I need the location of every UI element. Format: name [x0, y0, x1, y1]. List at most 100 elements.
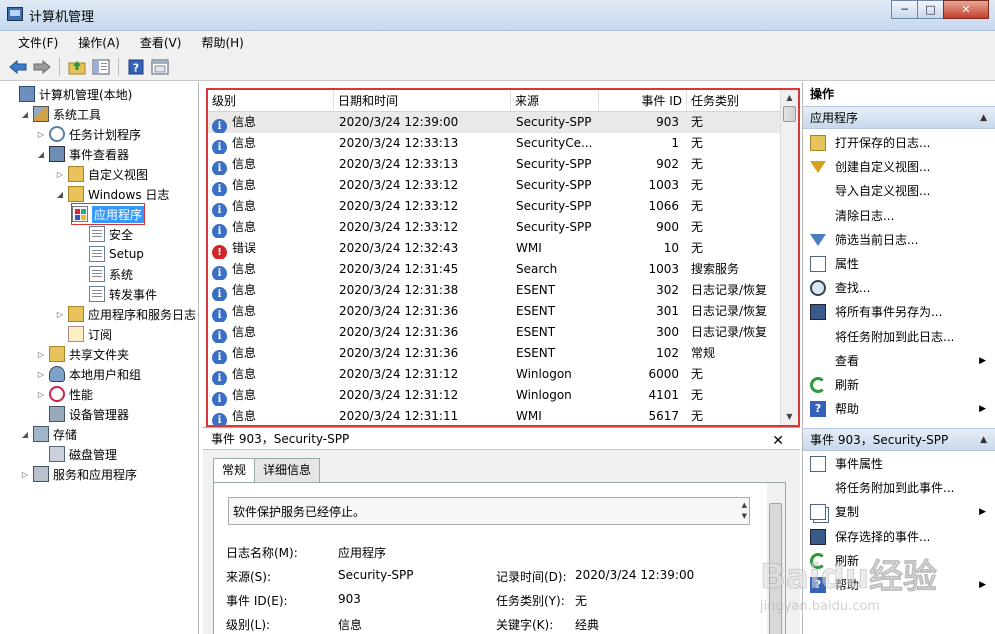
tree-expander[interactable]: ◢ — [55, 190, 65, 199]
menu-view[interactable]: 查看(V) — [130, 31, 192, 53]
table-row[interactable]: i 信息 2020/3/24 12:31:38 ESENT 302 日志记录/恢复 — [208, 280, 782, 301]
tree-item-app-service-logs[interactable]: ▷ 应用程序和服务日志 — [55, 304, 196, 324]
action-item[interactable]: 查找... — [803, 276, 995, 300]
tree-item-shared-folders[interactable]: ▷ 共享文件夹 — [36, 344, 129, 364]
action-item[interactable]: 打开保存的日志... — [803, 131, 995, 155]
scrollbar-thumb[interactable] — [783, 106, 796, 122]
table-row[interactable]: i 信息 2020/3/24 12:33:13 Security-SPP 902 无 — [208, 154, 782, 175]
action-item[interactable]: 查看 ▶ — [803, 349, 995, 373]
action-item[interactable]: 将任务附加到此事件... — [803, 476, 995, 500]
column-datetime[interactable]: 日期和时间 — [334, 90, 511, 112]
collapse-caret-icon[interactable]: ▲ — [980, 429, 987, 452]
tab-general[interactable]: 常规 — [213, 458, 256, 483]
tree-item-custom-views[interactable]: ▷ 自定义视图 — [55, 164, 148, 184]
table-row[interactable]: i 信息 2020/3/24 12:31:12 Winlogon 6000 无 — [208, 364, 782, 385]
action-item[interactable]: ? 帮助 ▶ — [803, 397, 995, 421]
table-row[interactable]: i 信息 2020/3/24 12:31:36 ESENT 301 日志记录/恢复 — [208, 301, 782, 322]
storage-icon — [33, 426, 49, 442]
action-item[interactable]: 刷新 — [803, 373, 995, 397]
action-item[interactable]: 导入自定义视图... — [803, 179, 995, 203]
cell-text: 302 — [656, 283, 679, 297]
menu-action[interactable]: 操作(A) — [68, 31, 130, 53]
cell-id: 1003 — [599, 175, 679, 196]
tree-item-setup-log[interactable]: Setup — [89, 244, 144, 264]
table-row[interactable]: i 信息 2020/3/24 12:33:13 SecurityCe... 1 无 — [208, 133, 782, 154]
tree-expander[interactable]: ▷ — [36, 370, 46, 379]
tree-expander[interactable]: ◢ — [36, 150, 46, 159]
table-row[interactable]: i 信息 2020/3/24 12:31:36 ESENT 102 常规 — [208, 343, 782, 364]
close-button[interactable]: ✕ — [943, 0, 989, 19]
tree-item-application-log[interactable]: 应用程序 — [70, 203, 146, 225]
table-row[interactable]: ! 错误 2020/3/24 12:32:43 WMI 10 无 — [208, 238, 782, 259]
column-task-category[interactable]: 任务类别 — [687, 90, 782, 112]
tree-item-system-log[interactable]: 系统 — [89, 264, 133, 284]
tree-item-disk-management[interactable]: 磁盘管理 — [49, 444, 117, 464]
tree-item-subscriptions[interactable]: 订阅 — [68, 324, 112, 344]
tab-details[interactable]: 详细信息 — [254, 458, 321, 482]
table-row[interactable]: i 信息 2020/3/24 12:31:11 WMI 5617 无 — [208, 406, 782, 425]
tree-item-services-apps[interactable]: ▷ 服务和应用程序 — [20, 464, 137, 484]
tree-expander[interactable]: ▷ — [20, 470, 30, 479]
tree-expander[interactable]: ▷ — [36, 350, 46, 359]
action-item[interactable]: 属性 — [803, 252, 995, 276]
tree-expander[interactable]: ▷ — [55, 310, 65, 319]
help-icon[interactable]: ? — [126, 57, 146, 77]
scroll-down-icon[interactable]: ▼ — [781, 409, 798, 425]
show-hide-tree-icon[interactable] — [91, 57, 111, 77]
tree-item-forwarded-events[interactable]: 转发事件 — [89, 284, 157, 304]
cell-text: 信息 — [232, 409, 257, 423]
forward-icon[interactable] — [32, 57, 52, 77]
tree-item-storage[interactable]: ◢ 存储 — [20, 424, 77, 444]
tree-item-event-viewer[interactable]: ◢ 事件查看器 — [36, 144, 129, 164]
action-item[interactable]: 事件属性 — [803, 452, 995, 476]
column-level[interactable]: 级别 — [208, 90, 334, 112]
properties-icon[interactable] — [150, 57, 170, 77]
close-icon[interactable]: ✕ — [772, 430, 784, 452]
actions-section-application[interactable]: 应用程序 ▲ — [803, 106, 995, 129]
table-row[interactable]: i 信息 2020/3/24 12:31:45 Search 1003 搜索服务 — [208, 259, 782, 280]
tree-item-windows-logs[interactable]: ◢ Windows 日志 — [55, 184, 169, 204]
table-row[interactable]: i 信息 2020/3/24 12:33:12 Security-SPP 1003 无 — [208, 175, 782, 196]
back-icon[interactable] — [8, 57, 28, 77]
action-item[interactable]: 将任务附加到此日志... — [803, 325, 995, 349]
table-row[interactable]: i 信息 2020/3/24 12:33:12 Security-SPP 1066 无 — [208, 196, 782, 217]
action-item[interactable]: 保存选择的事件... — [803, 525, 995, 549]
cell-text: 无 — [691, 157, 704, 171]
tree-item-device-manager[interactable]: 设备管理器 — [49, 404, 129, 424]
tree-item-performance[interactable]: ▷ 性能 — [36, 384, 93, 404]
action-item[interactable]: 复制 ▶ — [803, 500, 995, 524]
tree-item-task-scheduler[interactable]: ▷ 任务计划程序 — [36, 124, 141, 144]
up-folder-icon[interactable] — [67, 57, 87, 77]
menu-help[interactable]: 帮助(H) — [191, 31, 253, 53]
action-item[interactable]: 创建自定义视图... — [803, 155, 995, 179]
cell-level: i 信息 — [212, 343, 332, 364]
tree-expander[interactable]: ▷ — [36, 390, 46, 399]
table-row[interactable]: i 信息 2020/3/24 12:31:36 ESENT 300 日志记录/恢复 — [208, 322, 782, 343]
tree-expander[interactable]: ▷ — [36, 130, 46, 139]
cell-text: 4101 — [648, 388, 679, 402]
event-message-box[interactable]: 软件保护服务已经停止。 ▲ ▼ — [228, 497, 750, 525]
minimize-button[interactable]: ─ — [891, 0, 918, 19]
action-item[interactable]: 筛选当前日志... — [803, 228, 995, 252]
tree-item-security-log[interactable]: 安全 — [89, 224, 133, 244]
tree-expander[interactable]: ◢ — [20, 430, 30, 439]
table-row[interactable]: i 信息 2020/3/24 12:31:12 Winlogon 4101 无 — [208, 385, 782, 406]
actions-section-event[interactable]: 事件 903，Security-SPP ▲ — [803, 428, 995, 451]
column-event-id[interactable]: 事件 ID — [599, 90, 687, 112]
action-item[interactable]: 清除日志... — [803, 204, 995, 228]
collapse-caret-icon[interactable]: ▲ — [980, 107, 987, 130]
table-row[interactable]: i 信息 2020/3/24 12:33:12 Security-SPP 900 无 — [208, 217, 782, 238]
tree-expander[interactable]: ◢ — [20, 110, 30, 119]
scroll-up-icon[interactable]: ▲ — [781, 90, 798, 106]
column-source[interactable]: 来源 — [511, 90, 599, 112]
maximize-button[interactable]: □ — [917, 0, 944, 19]
spin-arrows-icon[interactable]: ▲ ▼ — [742, 500, 747, 522]
action-item[interactable]: 将所有事件另存为... — [803, 300, 995, 324]
tree-item-local-users[interactable]: ▷ 本地用户和组 — [36, 364, 141, 384]
tree-expander[interactable]: ▷ — [55, 170, 65, 179]
table-row[interactable]: i 信息 2020/3/24 12:39:00 Security-SPP 903 无 — [208, 112, 782, 133]
menu-file[interactable]: 文件(F) — [8, 31, 68, 53]
tree-item-system-tools[interactable]: ◢ 系统工具 — [20, 104, 101, 124]
event-list-scrollbar[interactable]: ▲ ▼ — [780, 90, 798, 425]
tree-item-computer-management[interactable]: 计算机管理(本地) — [6, 84, 132, 104]
